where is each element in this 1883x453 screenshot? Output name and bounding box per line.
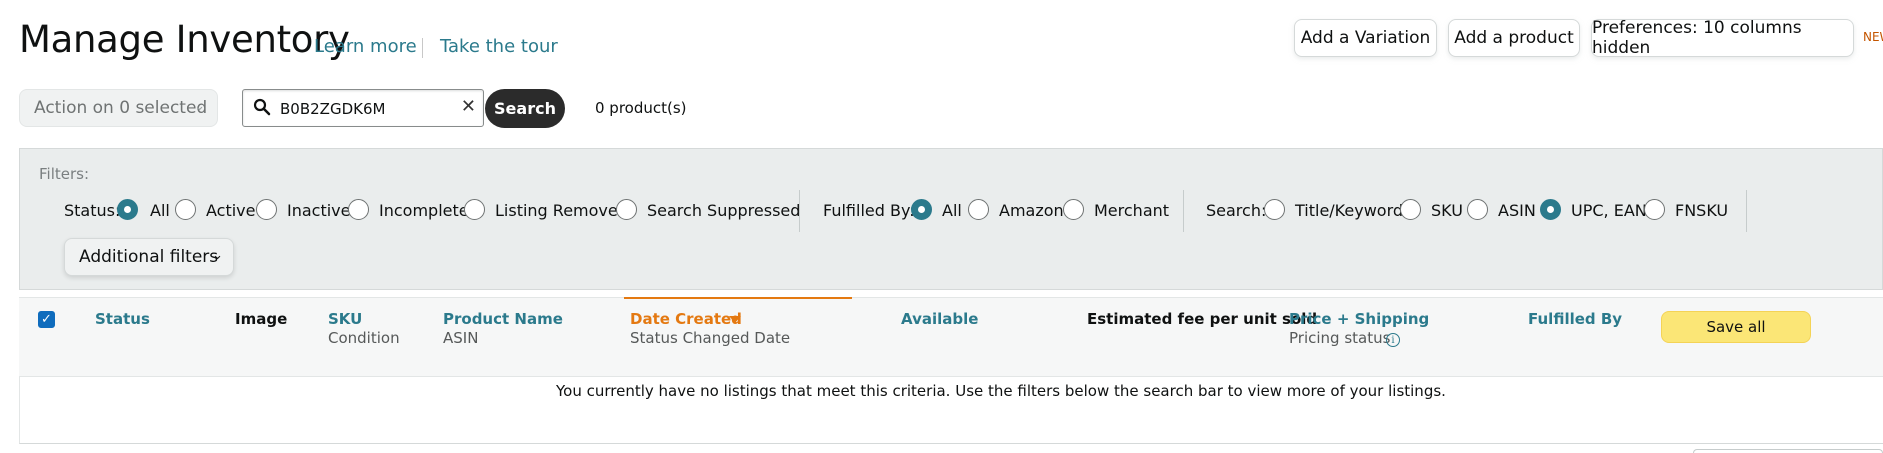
fulfilled-amazon-label: Amazon [999,201,1064,220]
column-header-product-name[interactable]: Product Name [443,310,563,328]
bulk-action-label: Action on 0 selected [34,98,208,118]
header-divider [422,38,423,58]
select-all-checkbox[interactable]: ✓ [38,311,55,328]
search-asin-radio[interactable] [1467,199,1488,220]
bulk-action-select[interactable]: Action on 0 selected ⌄ [19,89,218,127]
search-title-keyword-radio[interactable] [1264,199,1285,220]
column-header-sku[interactable]: SKU [328,310,362,328]
chevron-down-icon: ⌄ [194,99,205,114]
status-all-radio[interactable] [117,199,138,220]
search-value: B0B2ZGDK6M [280,100,386,118]
column-header-date-created[interactable]: Date Created [630,310,742,328]
column-subheader-pricing-status: Pricing status [1289,329,1391,347]
add-variation-button[interactable]: Add a Variation [1294,19,1437,57]
status-active-radio[interactable] [175,199,196,220]
chevron-down-icon: ⌄ [212,248,223,263]
fulfilled-merchant-radio[interactable] [1063,199,1084,220]
column-subheader-condition: Condition [328,329,400,347]
search-sku-radio[interactable] [1400,199,1421,220]
column-header-status[interactable]: Status [95,310,150,328]
filter-divider [799,190,800,232]
filters-label: Filters: [39,165,90,183]
active-sort-indicator [624,297,852,299]
column-header-price-shipping[interactable]: Price + Shipping [1289,310,1429,328]
fulfilled-amazon-radio[interactable] [968,199,989,220]
status-active-label: Active [206,201,256,220]
learn-more-link[interactable]: Learn more [314,36,417,57]
empty-results-message: You currently have no listings that meet… [556,382,1446,400]
search-upc-ean-radio[interactable] [1540,199,1561,220]
clear-search-icon[interactable]: ✕ [461,96,476,117]
additional-filters-button[interactable]: Additional filters ⌄ [64,238,234,276]
info-icon[interactable]: i [1386,333,1400,347]
product-count: 0 product(s) [595,99,687,117]
column-header-estimated-fee: Estimated fee per unit sold [1087,310,1318,328]
filter-divider [1746,190,1747,232]
take-tour-link[interactable]: Take the tour [440,36,558,57]
status-listing-removed-label: Listing Removed [495,201,628,220]
filter-divider [1183,190,1184,232]
save-all-button[interactable]: Save all [1661,311,1811,343]
status-listing-removed-radio[interactable] [464,199,485,220]
fulfilled-merchant-label: Merchant [1094,201,1170,220]
column-subheader-status-changed-date: Status Changed Date [630,329,791,347]
new-badge: NEW [1863,30,1883,44]
status-inactive-radio[interactable] [256,199,277,220]
fulfilled-by-filter-label: Fulfilled By: [823,201,915,220]
search-sku-label: SKU [1431,201,1463,220]
status-inactive-label: Inactive [287,201,351,220]
bottom-control-edge [1693,449,1883,453]
search-fnsku-radio[interactable] [1644,199,1665,220]
search-filter-label: Search: [1206,201,1267,220]
search-fnsku-label: FNSKU [1675,201,1729,220]
search-upc-ean-label: UPC, EAN [1571,201,1647,220]
search-asin-label: ASIN [1498,201,1536,220]
column-header-image: Image [235,310,288,328]
status-search-suppressed-radio[interactable] [616,199,637,220]
table-header [19,297,1883,377]
status-all-label: All [150,201,170,220]
column-header-available[interactable]: Available [901,310,978,328]
preferences-button[interactable]: Preferences: 10 columns hidden [1591,18,1854,58]
status-incomplete-radio[interactable] [348,199,369,220]
search-input[interactable]: B0B2ZGDK6M ✕ [242,89,484,127]
additional-filters-label: Additional filters [79,247,219,267]
status-incomplete-label: Incomplete [379,201,469,220]
column-header-fulfilled-by[interactable]: Fulfilled By [1528,310,1622,328]
sort-descending-icon [729,316,741,323]
page-title: Manage Inventory [19,18,350,61]
status-search-suppressed-label: Search Suppressed [647,201,801,220]
add-product-button[interactable]: Add a product [1448,19,1580,57]
status-filter-label: Status: [64,201,121,220]
search-icon [253,98,271,120]
column-subheader-asin: ASIN [443,329,479,347]
search-button[interactable]: Search [485,89,565,128]
search-title-keyword-label: Title/Keyword [1295,201,1404,220]
fulfilled-all-label: All [942,201,962,220]
fulfilled-all-radio[interactable] [911,199,932,220]
